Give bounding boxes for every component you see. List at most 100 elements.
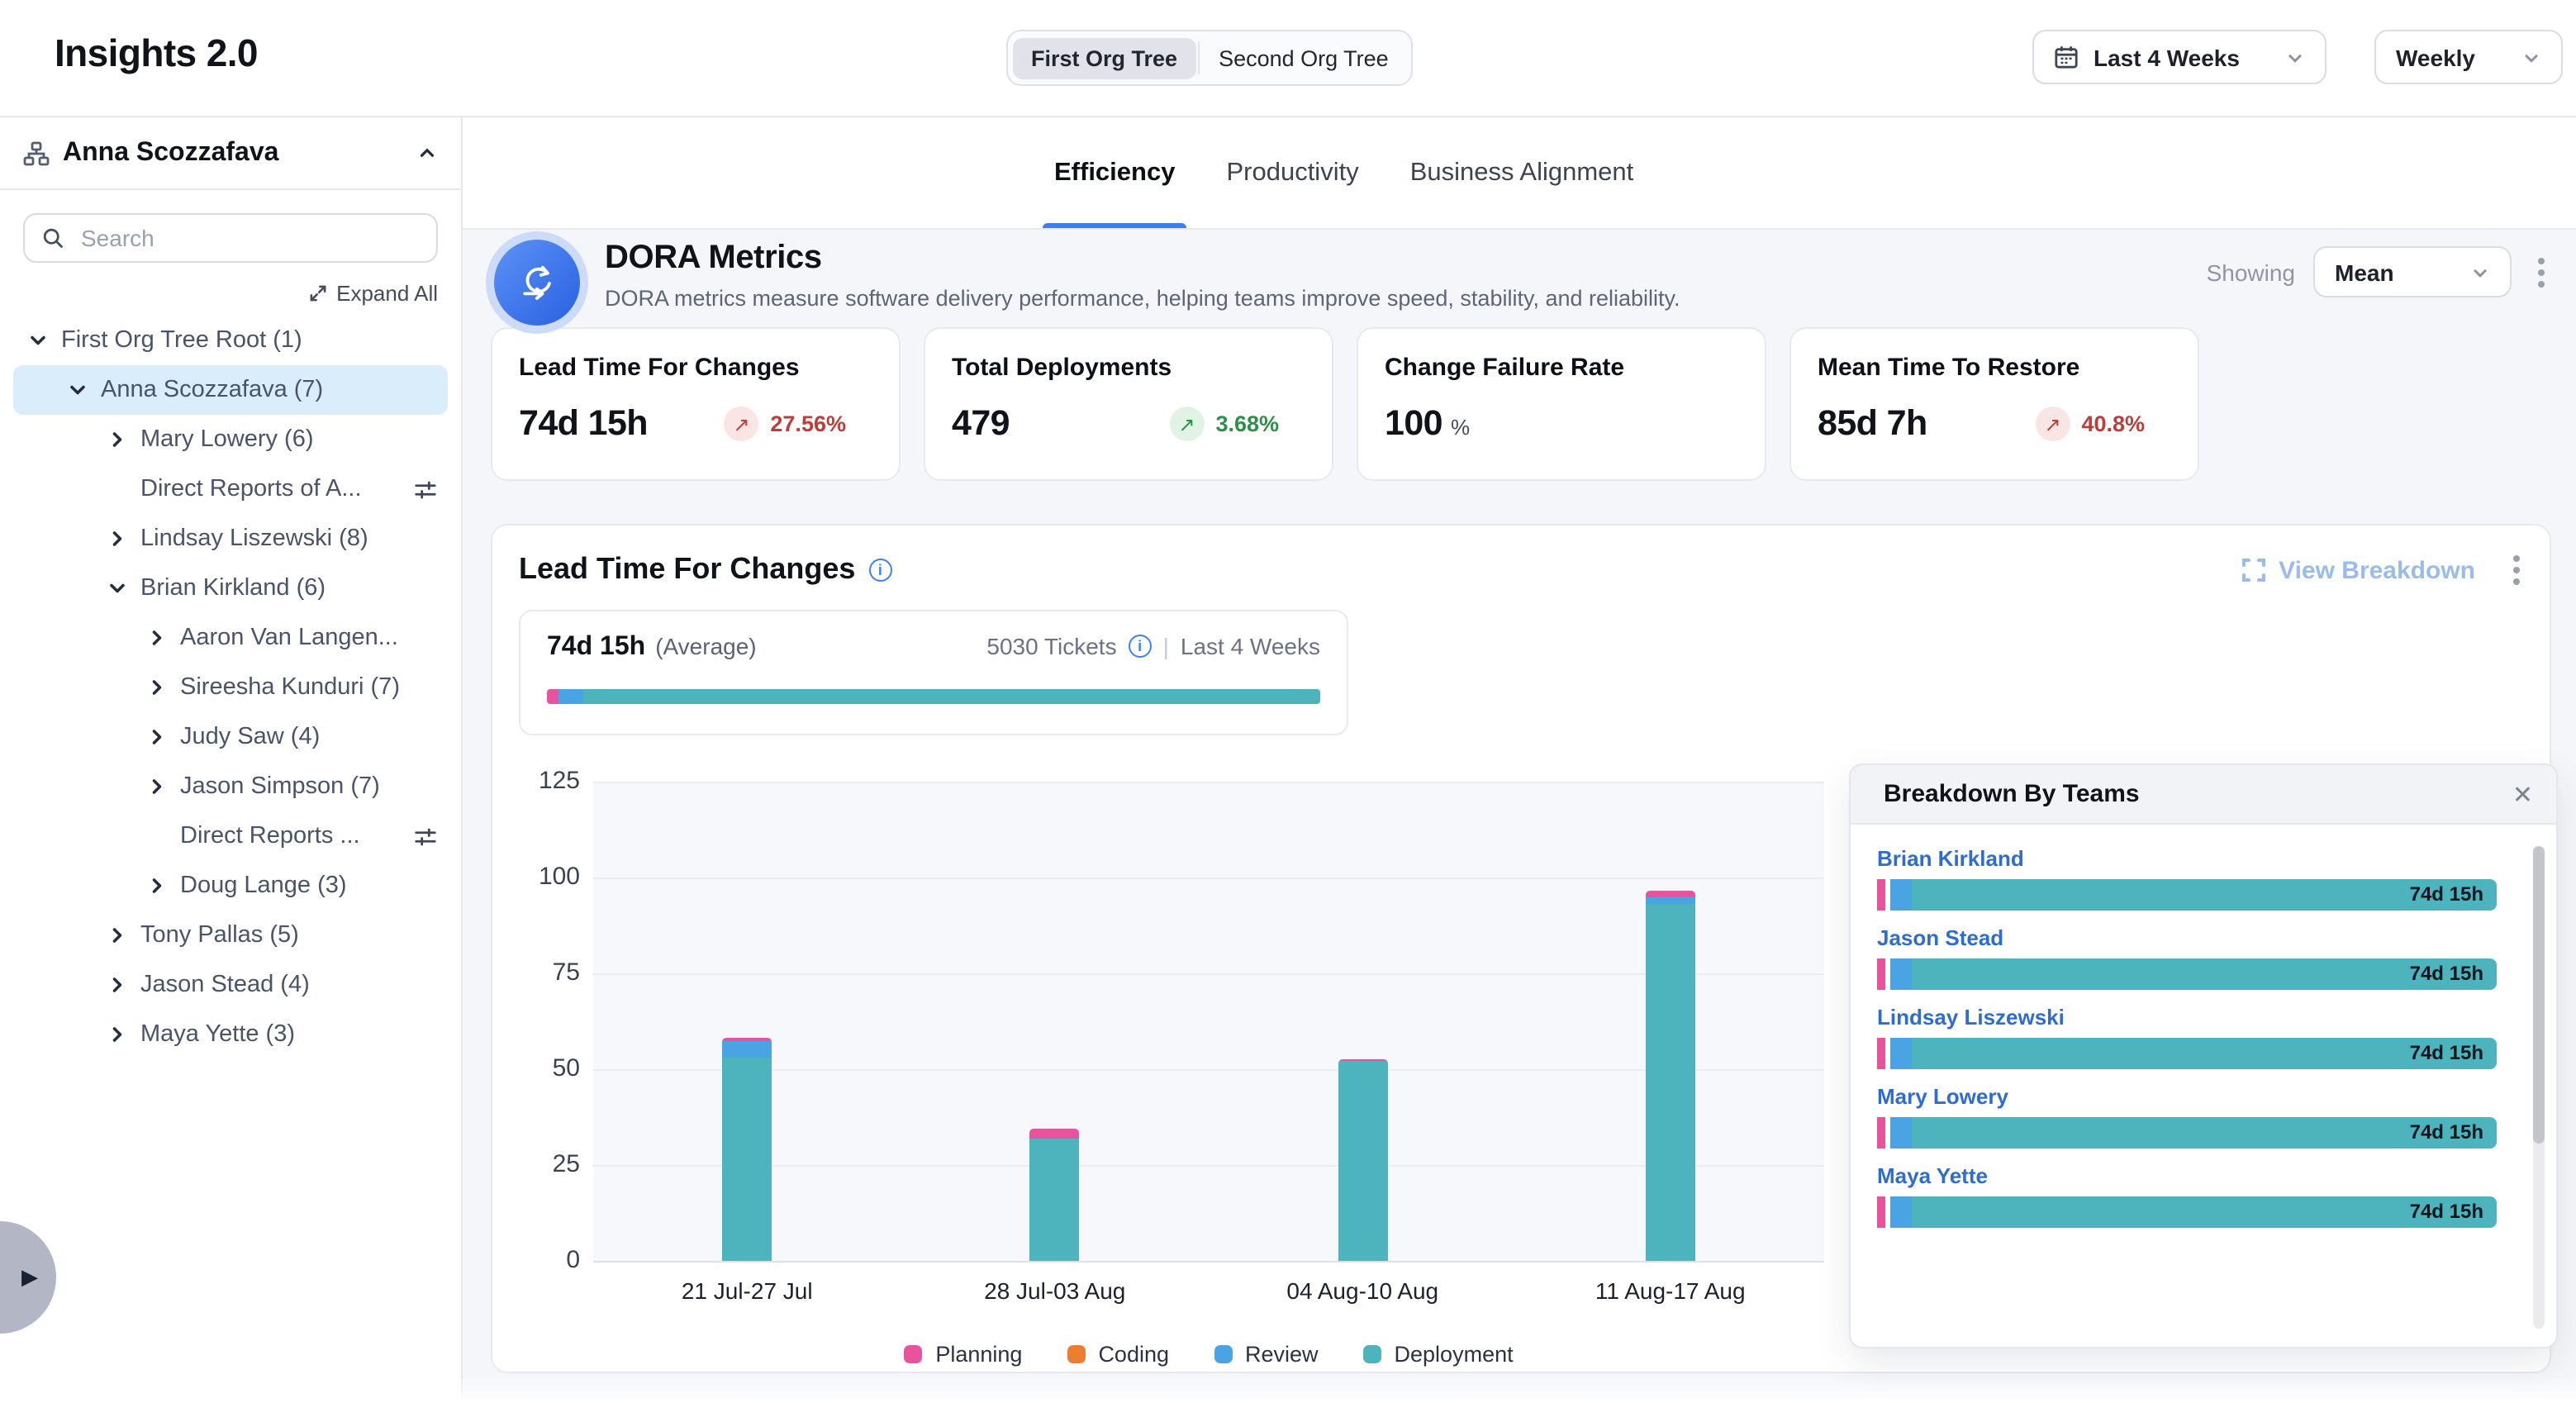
bar-chart-plot xyxy=(593,782,1824,1261)
chevron-up-icon[interactable] xyxy=(416,142,438,164)
x-tick-label: 04 Aug-10 Aug xyxy=(1197,1277,1528,1304)
metric-unit: % xyxy=(1451,415,1470,440)
sidebar-item-jason-stead-4[interactable]: Jason Stead (4) xyxy=(13,960,448,1010)
info-icon[interactable]: i xyxy=(868,558,891,581)
bar-stack xyxy=(722,1038,772,1261)
stacked-bar-3[interactable] xyxy=(1338,782,1387,1261)
chevron-down-icon xyxy=(2285,47,2305,67)
search-icon xyxy=(41,226,64,250)
chevron-right-icon[interactable] xyxy=(144,873,170,899)
chevron-down-icon[interactable] xyxy=(25,327,51,354)
sidebar-item-aaron-van-langen[interactable]: Aaron Van Langen... xyxy=(13,613,448,663)
chevron-right-icon[interactable] xyxy=(104,1021,131,1048)
team-name-link[interactable]: Mary Lowery xyxy=(1877,1084,2497,1109)
view-breakdown-button[interactable]: View Breakdown xyxy=(2241,556,2475,584)
sidebar-item-lindsay-liszewski-8[interactable]: Lindsay Liszewski (8) xyxy=(13,514,448,564)
mini-bar-segment-deployment xyxy=(582,689,1320,704)
granularity-dropdown[interactable]: Weekly xyxy=(2374,30,2563,84)
sidebar-item-first-org-tree-root-1[interactable]: First Org Tree Root (1) xyxy=(13,316,448,365)
tree-item-label: Mary Lowery (6) xyxy=(140,426,314,453)
org-tree: First Org Tree Root (1)Anna Scozzafava (… xyxy=(0,316,461,1059)
trend-delta: 3.68% xyxy=(1215,411,1279,436)
sidebar-item-direct-reports-of-a[interactable]: Direct Reports of A... xyxy=(13,464,448,514)
selected-user-name: Anna Scozzafava xyxy=(63,138,278,168)
panel-title: Breakdown By Teams xyxy=(1884,780,2140,808)
sidebar-item-sireesha-kunduri-7[interactable]: Sireesha Kunduri (7) xyxy=(13,663,448,712)
team-row-brian-kirkland: Brian Kirkland74d 15h xyxy=(1877,846,2497,911)
team-bar-planning xyxy=(1877,1117,1885,1149)
legend-swatch xyxy=(1067,1345,1085,1363)
date-range-dropdown[interactable]: Last 4 Weeks xyxy=(2032,30,2326,84)
sidebar-item-judy-saw-4[interactable]: Judy Saw (4) xyxy=(13,712,448,762)
section-title: Lead Time For Changes xyxy=(519,552,855,587)
stacked-bar-2[interactable] xyxy=(1030,782,1080,1261)
divider: | xyxy=(1163,633,1169,659)
tab-business-alignment[interactable]: Business Alignment xyxy=(1407,117,1637,228)
chevron-right-icon[interactable] xyxy=(144,674,170,701)
chevron-right-icon[interactable] xyxy=(104,972,131,998)
team-bar-deployment: 74d 15h xyxy=(1912,1117,2497,1149)
chart-menu-kebab-icon[interactable] xyxy=(2505,555,2528,585)
bar-stack xyxy=(1030,1129,1080,1261)
showing-label: Showing xyxy=(2207,259,2295,285)
granularity-value: Weekly xyxy=(2396,44,2475,70)
main-area: Efficiency Productivity Business Alignment… xyxy=(463,117,2576,1403)
team-name-link[interactable]: Jason Stead xyxy=(1877,925,2497,950)
chevron-right-icon[interactable] xyxy=(104,526,131,552)
sidebar-item-jason-simpson-7[interactable]: Jason Simpson (7) xyxy=(13,762,448,811)
tab-efficiency[interactable]: Efficiency xyxy=(1051,117,1178,228)
panel-scrollbar[interactable] xyxy=(2533,846,2545,1329)
org-tree-option[interactable]: Second Org Tree xyxy=(1200,37,1407,78)
chart-controls: View Breakdown xyxy=(2241,555,2528,585)
x-tick-label: 28 Jul-03 Aug xyxy=(890,1277,1220,1304)
team-bar-review xyxy=(1890,879,1912,911)
chevron-down-icon[interactable] xyxy=(104,575,131,602)
team-name-link[interactable]: Lindsay Liszewski xyxy=(1877,1005,2497,1030)
sidebar-item-anna-scozzafava-7[interactable]: Anna Scozzafava (7) xyxy=(13,365,448,415)
gridline xyxy=(593,781,1824,782)
search-input[interactable] xyxy=(78,223,420,253)
gridline xyxy=(593,1068,1824,1070)
top-bar: Insights 2.0 First Org TreeSecond Org Tr… xyxy=(0,0,2576,117)
expand-all-button[interactable]: Expand All xyxy=(23,281,438,306)
info-icon[interactable]: i xyxy=(1129,635,1152,658)
chevron-down-icon xyxy=(2521,47,2541,67)
calendar-icon xyxy=(2054,45,2079,69)
chevron-right-icon[interactable] xyxy=(144,625,170,651)
sidebar-item-doug-lange-3[interactable]: Doug Lange (3) xyxy=(13,861,448,911)
chevron-right-icon[interactable] xyxy=(144,773,170,800)
close-icon[interactable]: ✕ xyxy=(2512,779,2533,809)
aggregation-dropdown[interactable]: Mean xyxy=(2313,246,2512,297)
sidebar-item-maya-yette-3[interactable]: Maya Yette (3) xyxy=(13,1010,448,1059)
chevron-right-icon[interactable] xyxy=(104,426,131,453)
org-tree-option[interactable]: First Org Tree xyxy=(1013,37,1195,78)
sidebar-header[interactable]: Anna Scozzafava xyxy=(0,117,461,190)
filter-sliders-icon[interactable] xyxy=(413,824,438,849)
bar-segment-deployment xyxy=(1646,905,1695,1262)
tab-productivity[interactable]: Productivity xyxy=(1223,117,1362,228)
dora-menu-kebab-icon[interactable] xyxy=(2530,257,2553,287)
stacked-bar-1[interactable] xyxy=(722,782,772,1261)
stacked-bar-4[interactable] xyxy=(1646,782,1695,1261)
mini-bar-segment-review xyxy=(559,689,582,704)
expand-icon xyxy=(307,283,328,304)
filter-sliders-icon[interactable] xyxy=(413,477,438,502)
phase-mini-bar xyxy=(547,689,1320,704)
bar-segment-review xyxy=(1646,896,1695,904)
sidebar-item-brian-kirkland-6[interactable]: Brian Kirkland (6) xyxy=(13,564,448,613)
dora-metrics-icon xyxy=(494,240,580,326)
team-name-link[interactable]: Brian Kirkland xyxy=(1877,846,2497,871)
team-bar-deployment: 74d 15h xyxy=(1912,1038,2497,1069)
sidebar-item-direct-reports[interactable]: Direct Reports ... xyxy=(13,811,448,861)
team-name-link[interactable]: Maya Yette xyxy=(1877,1163,2497,1188)
sidebar-item-tony-pallas-5[interactable]: Tony Pallas (5) xyxy=(13,911,448,960)
chevron-right-icon[interactable] xyxy=(144,724,170,750)
scrollbar-thumb[interactable] xyxy=(2533,846,2545,1144)
trend-badge: ↗3.68% xyxy=(1169,407,1279,441)
expand-all-label: Expand All xyxy=(336,281,438,306)
chevron-right-icon[interactable] xyxy=(104,922,131,949)
chevron-down-icon[interactable] xyxy=(64,377,91,403)
team-bar-planning xyxy=(1877,958,1885,990)
team-bar-planning xyxy=(1877,1196,1885,1228)
sidebar-item-mary-lowery-6[interactable]: Mary Lowery (6) xyxy=(13,415,448,464)
